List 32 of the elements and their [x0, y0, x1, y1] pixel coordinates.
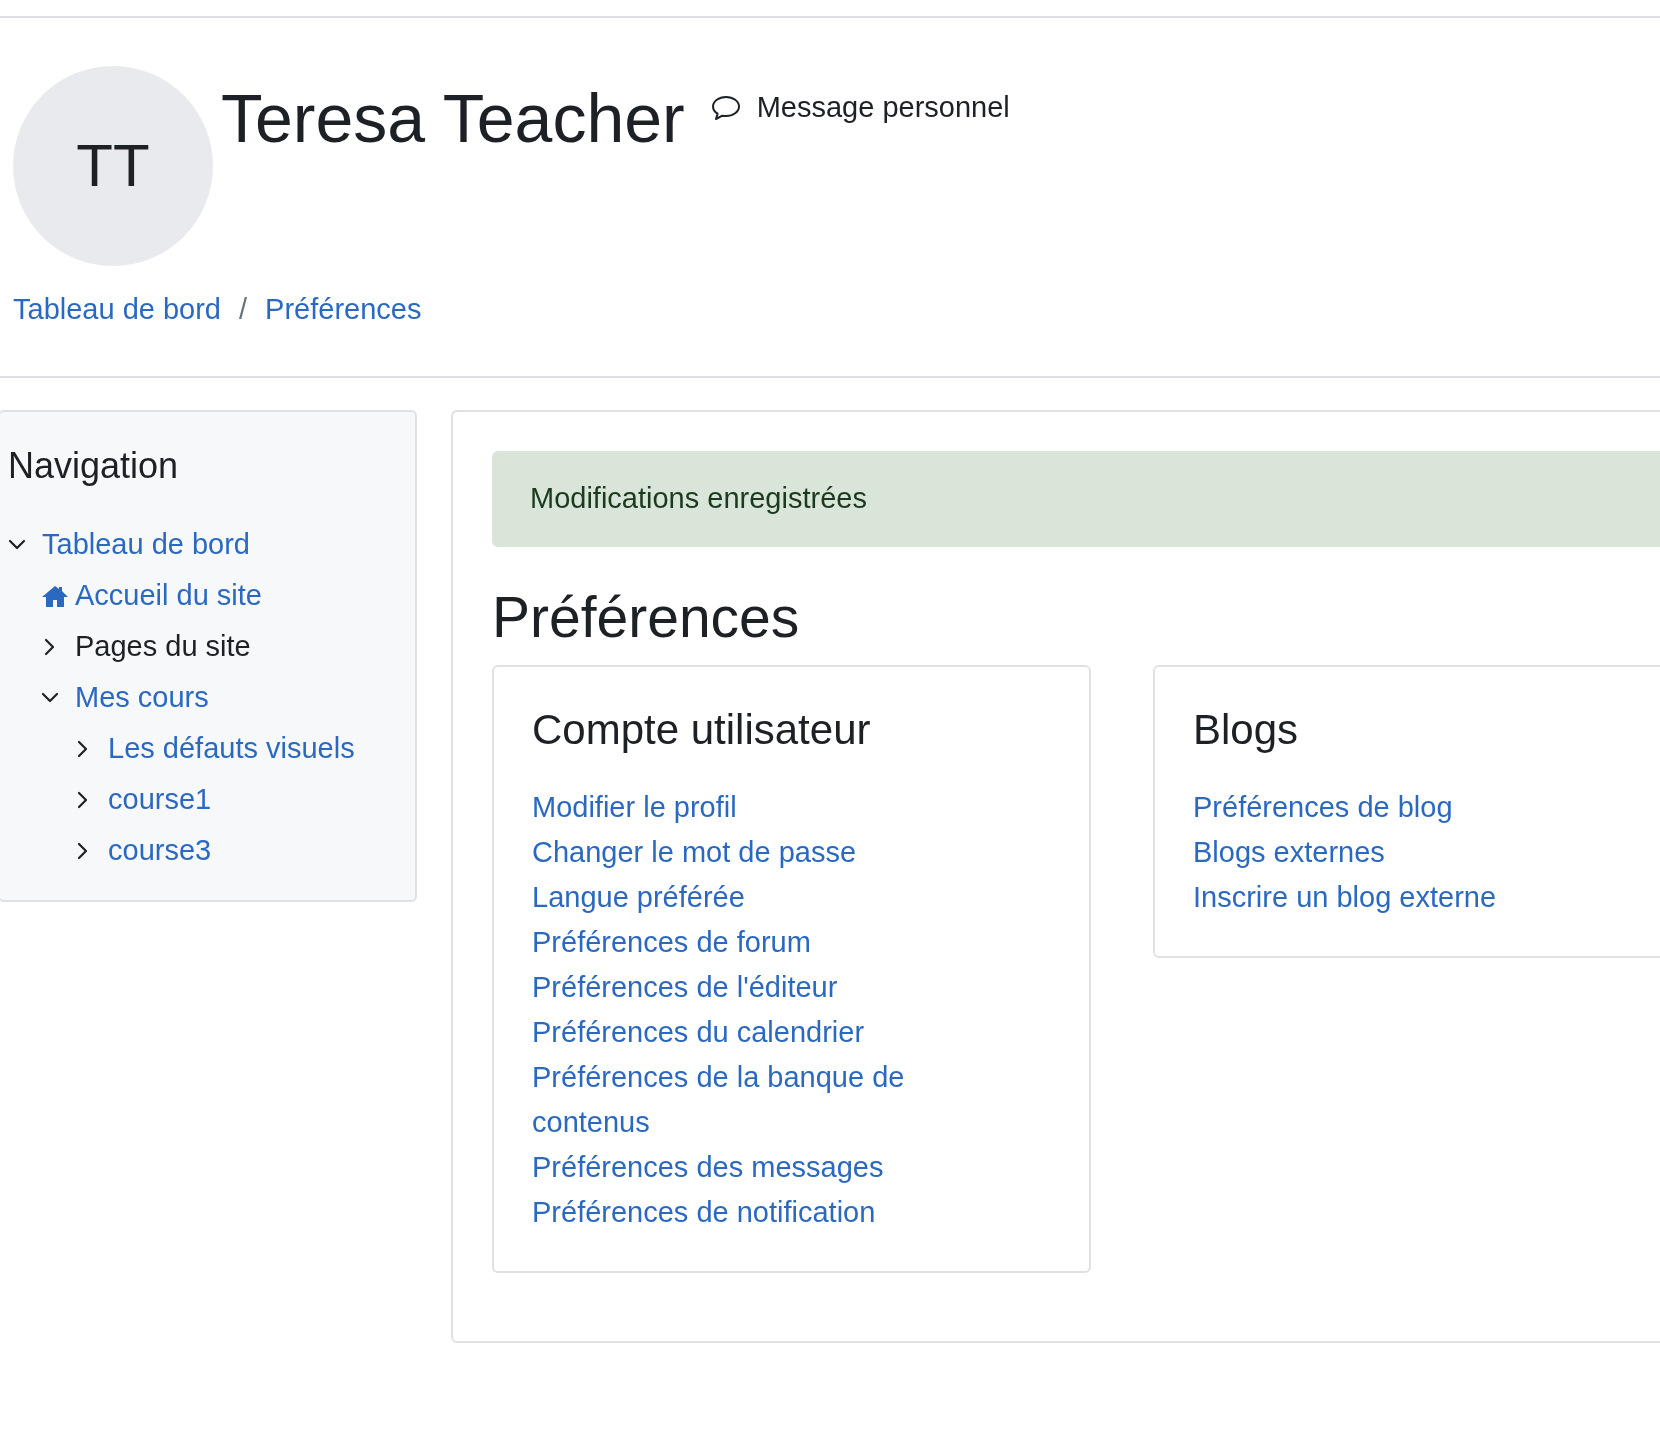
nav-link[interactable]: course3 [108, 828, 212, 873]
page-heading: Préférences [492, 583, 801, 651]
nav-link[interactable]: Mes cours [75, 675, 209, 720]
nav-link[interactable]: Tableau de bord [42, 522, 250, 567]
preference-link[interactable]: Préférences de forum [532, 920, 811, 966]
preference-link[interactable]: Changer le mot de passe [532, 830, 857, 876]
nav-link[interactable]: Accueil du site [75, 573, 262, 618]
preference-link[interactable]: Préférences du calendrier [532, 1010, 865, 1056]
preference-link[interactable]: Blogs externes [1193, 830, 1385, 876]
nav-item[interactable]: Pages du site [75, 624, 251, 669]
preference-link[interactable]: Préférences de blog [1193, 785, 1453, 831]
panel-title: Navigation [8, 444, 180, 488]
preference-link[interactable]: Préférences de notification [532, 1190, 876, 1236]
breadcrumb-link[interactable]: Tableau de bord [13, 288, 221, 332]
nav-link[interactable]: course1 [108, 777, 212, 822]
preference-link[interactable]: Préférences de la banque de contenus [532, 1055, 957, 1146]
message-link[interactable]: Message personnel [710, 88, 1010, 128]
preference-link[interactable]: Préférences des messages [532, 1145, 884, 1191]
card-title: Blogs [1193, 704, 1300, 755]
preference-link[interactable]: Préférences de l'éditeur [532, 965, 838, 1011]
breadcrumb-separator: / [239, 292, 248, 327]
user-name: Teresa Teacher [221, 79, 685, 158]
home-icon [41, 583, 69, 608]
success-alert: Modifications enregistrées [492, 451, 1660, 547]
breadcrumb-link[interactable]: Préférences [265, 288, 422, 332]
preference-link[interactable]: Modifier le profil [532, 785, 737, 831]
user-avatar: TT [13, 66, 213, 266]
speech-bubble-icon [710, 95, 741, 121]
preference-link[interactable]: Langue préférée [532, 875, 745, 921]
preference-link[interactable]: Inscrire un blog externe [1193, 875, 1497, 921]
nav-link[interactable]: Les défauts visuels [108, 726, 355, 771]
card-title: Compte utilisateur [532, 704, 872, 755]
